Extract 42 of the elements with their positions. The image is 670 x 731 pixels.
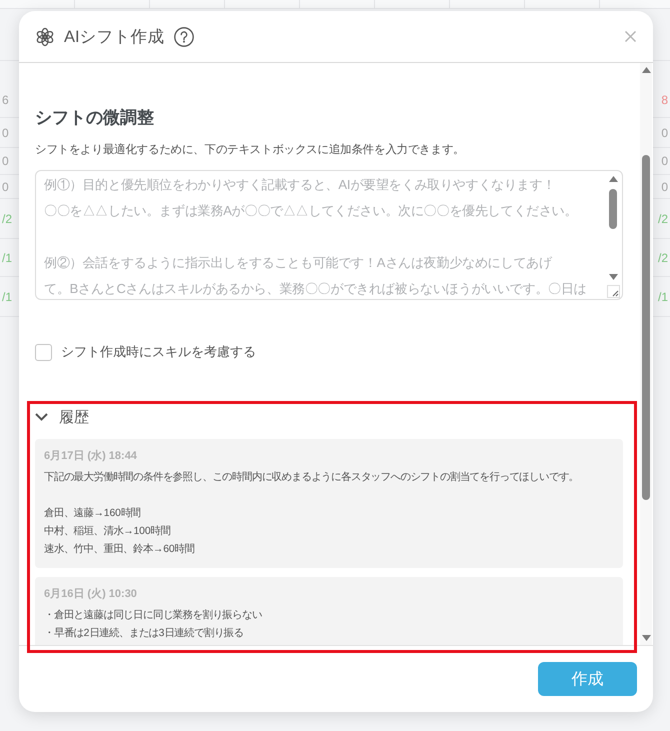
checkbox[interactable] bbox=[35, 344, 52, 360]
table-cell-text: 0 bbox=[2, 154, 9, 168]
table-cell-text: 0 bbox=[661, 126, 668, 140]
scroll-down-arrow-icon[interactable] bbox=[608, 274, 618, 280]
entry-timestamp: 6月17日 (水) 18:44 bbox=[44, 448, 137, 464]
placeholder-text: て。BさんとCさんはスキルがあるから、業務〇〇ができれば被らないほうがいいです。〇日は bbox=[44, 280, 586, 298]
section-description: シフトをより最適化するために、下のテキストボックスに追加条件を入力できます。 bbox=[35, 142, 464, 158]
entry-timestamp: 6月16日 (火) 10:30 bbox=[44, 586, 137, 602]
dialog-title: AIシフト作成 bbox=[64, 26, 165, 48]
table-cell-text: /2 bbox=[658, 212, 668, 226]
scroll-up-arrow-icon[interactable] bbox=[642, 67, 650, 73]
entry-text: 下記の最大労働時間の条件を参照し、この時間内に収めまるように各スタッフへのシフトの割当てを行ってほしいです。 bbox=[44, 470, 579, 485]
entry-text: ・早番は2日連続、または3日連続で割り振る bbox=[44, 626, 244, 641]
table-cell-text: /2 bbox=[658, 250, 668, 264]
entry-text: 中村、稲垣、清水→100時間 bbox=[44, 524, 170, 539]
table-cell-text: 6 bbox=[2, 93, 9, 107]
help-icon[interactable] bbox=[174, 26, 194, 46]
entry-text: 速水、竹中、重田、鈴本→60時間 bbox=[44, 542, 194, 557]
table-cell-text: 0 bbox=[661, 180, 668, 194]
scroll-up-arrow-icon[interactable] bbox=[608, 176, 618, 182]
table-cell-text: /1 bbox=[658, 290, 668, 304]
table-cell-text: /1 bbox=[2, 250, 12, 264]
table-cell-text: 0 bbox=[2, 180, 9, 194]
history-toggle[interactable]: 履歴 bbox=[35, 407, 89, 427]
table-cell-text: 0 bbox=[2, 126, 9, 140]
rosette-logo-icon bbox=[35, 26, 55, 46]
scrollbar-thumb[interactable] bbox=[642, 155, 650, 500]
resize-grip-icon[interactable] bbox=[606, 285, 620, 298]
scroll-down-arrow-icon[interactable] bbox=[642, 635, 650, 641]
placeholder-text: 例②）会話をするように指示出しをすることも可能です！Aさんは夜勤少なめにしてあげ bbox=[44, 254, 552, 272]
scrollbar-thumb[interactable] bbox=[609, 189, 617, 229]
placeholder-text: 〇〇を△△したい。まずは業務Aが〇〇で△△してください。次に〇〇を優先してください。 bbox=[44, 202, 578, 220]
section-title: シフトの微調整 bbox=[35, 107, 154, 129]
table-cell-text: 0 bbox=[661, 154, 668, 168]
checkbox-label[interactable]: シフト作成時にスキルを考慮する bbox=[61, 343, 256, 361]
table-cell-text: /1 bbox=[2, 290, 12, 304]
table-cell-text: 8 bbox=[661, 93, 668, 107]
entry-text: 倉田、遠藤→160時間 bbox=[44, 506, 141, 521]
entry-text: ・倉田と遠藤は同じ日に同じ業務を割り振らない bbox=[44, 608, 262, 623]
scrollbar-track[interactable] bbox=[640, 63, 652, 645]
table-cell-text: /2 bbox=[2, 212, 12, 226]
placeholder-text: 例①）目的と優先順位をわかりやすく記載すると、AIが要望をくみ取りやすくなります！ bbox=[44, 176, 556, 194]
